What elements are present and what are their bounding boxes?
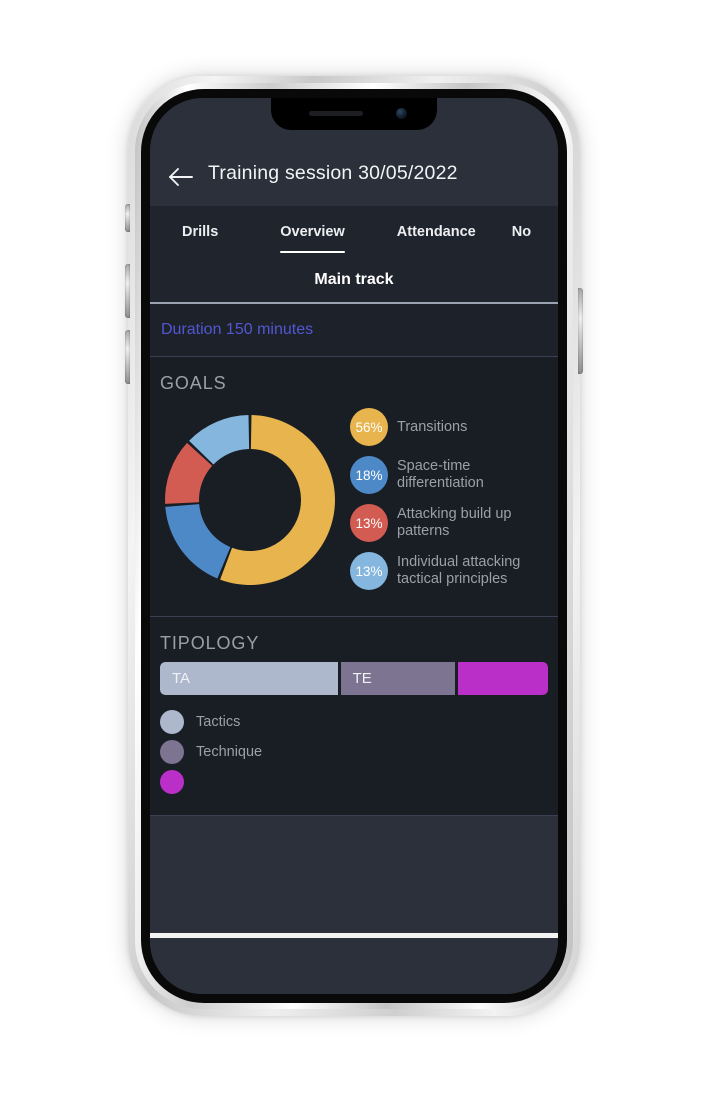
tab-overview[interactable]: Overview (252, 206, 373, 258)
notch (271, 98, 437, 130)
legend-percent-bubble: 18% (350, 456, 388, 494)
tab-notes-label: No (511, 224, 532, 240)
legend-item-label: Attacking build up patterns (397, 506, 512, 539)
subtab-main-track-label: Main track (314, 271, 394, 288)
tab-bar: Drills Overview Attendance No (150, 206, 558, 258)
volume-up-button[interactable] (125, 264, 130, 318)
goals-donut-chart (150, 400, 350, 600)
legend-percent-bubble: 13% (350, 504, 388, 542)
tipology-bar-segment[interactable] (458, 662, 548, 695)
tipology-legend-dot (160, 710, 184, 734)
goals-legend: 56% Transitions 18% Space-time differentiat… (350, 400, 558, 600)
legend-item-label: Space-time differentiation (397, 458, 484, 491)
tipology-legend-label: Technique (196, 744, 263, 760)
donut-svg (165, 415, 335, 585)
mute-switch-button[interactable] (125, 204, 130, 232)
tipology-legend-label: Tactics (196, 714, 241, 730)
tab-drills-label: Drills (182, 224, 219, 240)
legend-item: 56% Transitions (350, 408, 558, 446)
tab-overview-label: Overview (280, 224, 345, 240)
goals-section-title: GOALS (160, 373, 227, 393)
legend-percent-bubble: 56% (350, 408, 388, 446)
subtab-bar[interactable]: Main track (150, 258, 558, 304)
tab-attendance-label: Attendance (396, 224, 476, 240)
legend-item-label: Individual attacking tactical principles (397, 554, 521, 587)
legend-item: 13% Attacking build up patterns (350, 504, 558, 542)
app-root: Training session 30/05/2022 Drills Overv… (150, 98, 558, 994)
tipology-legend: Tactics Technique (150, 695, 558, 815)
tab-attendance[interactable]: Attendance (373, 206, 500, 258)
tab-drills[interactable]: Drills (150, 206, 252, 258)
phone-frame: Training session 30/05/2022 Drills Overv… (125, 76, 583, 1016)
earpiece-speaker-icon (309, 111, 363, 116)
tipology-legend-item: Technique (160, 737, 558, 767)
tipology-legend-dot (160, 740, 184, 764)
home-indicator-zone (150, 933, 558, 994)
tipology-bar-segment-label: TA (172, 670, 191, 687)
tab-active-underline (280, 250, 345, 253)
duration-row[interactable]: Duration 150 minutes (150, 304, 558, 357)
legend-item: 18% Space-time differentiation (350, 456, 558, 494)
goals-body: 56% Transitions 18% Space-time differentiat… (150, 394, 558, 616)
duration-label: Duration 150 minutes (161, 321, 314, 338)
tipology-section-title: TIPOLOGY (160, 633, 260, 653)
legend-item-label: Transitions (397, 418, 468, 435)
tipology-bar-segment[interactable]: TE (340, 662, 456, 695)
tab-notes[interactable]: No (500, 206, 531, 258)
tipology-legend-item: Tactics (160, 707, 558, 737)
arrow-left-icon[interactable] (168, 166, 194, 188)
tipology-stacked-bar[interactable]: TA TE (160, 662, 548, 695)
goals-section: GOALS 56% Transitions 18% Space-time differ… (150, 357, 558, 617)
page-title: Training session 30/05/2022 (208, 162, 458, 184)
phone-screen: Training session 30/05/2022 Drills Overv… (150, 98, 558, 994)
tipology-divider (150, 815, 558, 816)
home-bottom-pad (150, 938, 558, 994)
tipology-bar-segment[interactable]: TA (160, 662, 338, 695)
tipology-legend-dot (160, 770, 184, 794)
volume-down-button[interactable] (125, 330, 130, 384)
power-button[interactable] (578, 288, 583, 374)
tipology-legend-item (160, 767, 558, 797)
tipology-bar-segment-label: TE (352, 670, 372, 687)
content-filler (150, 816, 558, 933)
front-camera-icon (396, 108, 407, 119)
tipology-section: TIPOLOGY TA TE Tactics Technique (150, 617, 558, 816)
legend-item: 13% Individual attacking tactical princip… (350, 552, 558, 590)
legend-percent-bubble: 13% (350, 552, 388, 590)
donut-slice (165, 504, 231, 579)
